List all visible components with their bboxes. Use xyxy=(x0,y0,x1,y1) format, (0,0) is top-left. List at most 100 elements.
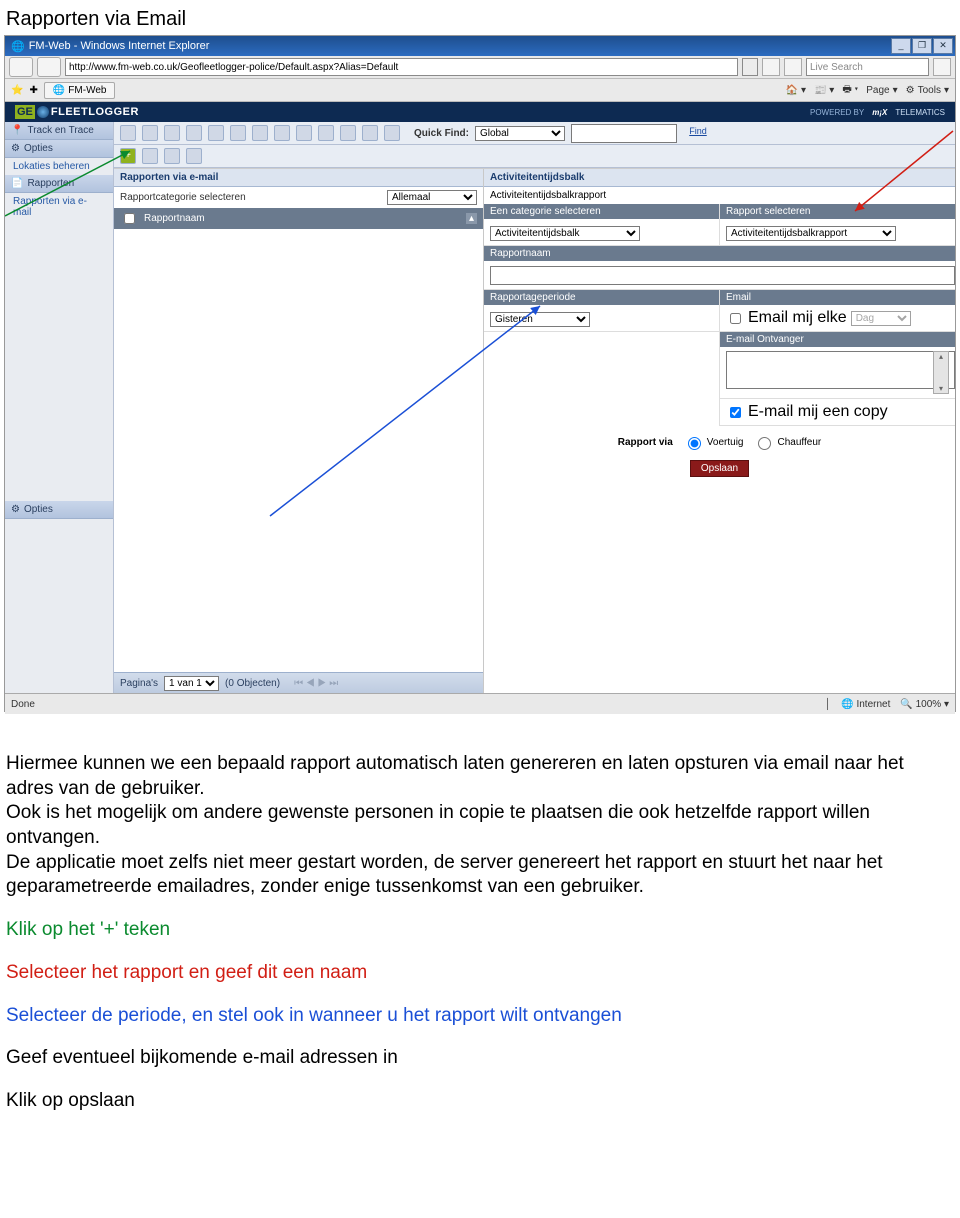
via-chauffeur-radio[interactable]: Chauffeur xyxy=(753,434,821,450)
home-button[interactable]: 🏠 ▾ xyxy=(786,85,806,96)
tool-icon[interactable] xyxy=(252,125,268,141)
category-select[interactable]: Allemaal xyxy=(387,190,477,205)
tool-icon[interactable] xyxy=(362,125,378,141)
tool-icon[interactable] xyxy=(186,125,202,141)
tool-icon[interactable] xyxy=(120,125,136,141)
save-button[interactable]: Opslaan xyxy=(690,460,749,477)
mix-logo: m¡X xyxy=(872,108,887,117)
category-select-right[interactable]: Activiteitentijdsbalk xyxy=(490,226,640,241)
quickfind-label: Quick Find: xyxy=(414,128,469,139)
right-panel: Activiteitentijdsbalk Activiteitentijdsb… xyxy=(484,169,955,693)
stop-button[interactable] xyxy=(784,58,802,76)
find-button[interactable]: Find xyxy=(683,126,713,141)
status-zoom[interactable]: 🔍 100% ▾ xyxy=(900,699,949,710)
category-label: Rapportcategorie selecteren xyxy=(120,192,383,203)
screenshot-container: 🌐 FM-Web - Windows Internet Explorer _ ❐… xyxy=(4,35,956,712)
browser-tab[interactable]: 🌐 FM-Web xyxy=(44,82,116,99)
scroll-up-icon[interactable]: ▴ xyxy=(466,213,477,224)
recipient-header: E-mail Ontvanger xyxy=(720,332,955,347)
address-bar[interactable]: http://www.fm-web.co.uk/Geofleetlogger-p… xyxy=(65,58,738,76)
sidebar-track-trace[interactable]: 📍 Track en Trace xyxy=(5,122,113,140)
favorites-bar: ⭐ ✚ 🌐 FM-Web 🏠 ▾ 📰 ▾ 🖶 ▾ Page ▾ ⚙ Tools … xyxy=(5,79,955,102)
maximize-button[interactable]: ❐ xyxy=(912,38,932,54)
quickfind-scope-select[interactable]: Global xyxy=(475,126,565,141)
tools-menu[interactable]: ⚙ Tools ▾ xyxy=(906,85,949,96)
step-red: Selecteer het rapport en geef dit een na… xyxy=(6,961,954,986)
right-panel-subtitle: Activiteitentijdsbalkrapport xyxy=(490,190,606,201)
favorites-star-icon[interactable]: ⭐ xyxy=(11,85,23,96)
tool-icon[interactable] xyxy=(296,125,312,141)
tool-icon[interactable] xyxy=(142,125,158,141)
track-icon: 📍 xyxy=(11,125,23,136)
scroll-down-icon[interactable]: ▾ xyxy=(934,384,948,393)
search-box[interactable]: Live Search xyxy=(806,58,929,76)
sidebar-opties-2[interactable]: ⚙ Opties xyxy=(5,501,113,519)
tool-icon[interactable] xyxy=(164,125,180,141)
sidebar: 📍 Track en Trace ⚙ Opties Lokaties beher… xyxy=(5,122,114,693)
reportname-input[interactable] xyxy=(490,266,955,285)
right-panel-title: Activiteitentijdsbalk xyxy=(484,169,955,187)
tool-icon[interactable] xyxy=(186,148,202,164)
window-titlebar: 🌐 FM-Web - Windows Internet Explorer _ ❐… xyxy=(5,36,955,56)
status-internet-zone: 🌐 Internet xyxy=(841,699,890,710)
forward-button[interactable] xyxy=(37,57,61,77)
tool-icon[interactable] xyxy=(230,125,246,141)
telematics-label: TELEMATICS xyxy=(895,108,945,117)
print-button[interactable]: 🖶 ▾ xyxy=(842,82,858,99)
tool-icon[interactable] xyxy=(274,125,290,141)
refresh-button[interactable] xyxy=(762,58,780,76)
tool-icon[interactable] xyxy=(340,125,356,141)
tool-icon[interactable] xyxy=(142,148,158,164)
select-all-checkbox[interactable] xyxy=(124,213,135,224)
sidebar-opties[interactable]: ⚙ Opties xyxy=(5,140,113,158)
report-select[interactable]: Activiteitentijdsbalkrapport xyxy=(726,226,896,241)
via-voertuig-radio[interactable]: Voertuig xyxy=(683,434,744,450)
tab-title: FM-Web xyxy=(68,85,106,96)
pager-objects: (0 Objecten) xyxy=(225,678,280,689)
left-panel: Rapporten via e-mail Rapportcategorie se… xyxy=(114,169,484,693)
back-button[interactable] xyxy=(9,57,33,77)
pager-select[interactable]: 1 van 1 xyxy=(164,676,219,691)
sidebar-rapporten[interactable]: 📄 Rapporten xyxy=(5,175,113,193)
period-select[interactable]: Gisteren xyxy=(490,312,590,327)
report-list-body xyxy=(114,229,483,672)
tool-icon[interactable] xyxy=(164,148,180,164)
step-4: Geef eventueel bijkomende e-mail adresse… xyxy=(6,1046,954,1071)
recipient-textarea[interactable] xyxy=(726,351,955,389)
address-dropdown[interactable] xyxy=(742,58,758,76)
browser-status-bar: Done │ 🌐 Internet 🔍 100% ▾ xyxy=(5,693,955,714)
report-icon: 📄 xyxy=(11,178,23,189)
tool-icon[interactable] xyxy=(318,125,334,141)
scroll-up-icon[interactable]: ▴ xyxy=(934,352,948,361)
quickfind-input[interactable] xyxy=(571,124,677,143)
powered-by-label: POWERED BY xyxy=(810,108,864,117)
status-done: Done xyxy=(11,699,35,710)
step-green: Klik op het '+' teken xyxy=(6,918,954,943)
add-favorite-icon[interactable]: ✚ xyxy=(29,85,37,96)
add-icon[interactable]: + xyxy=(120,148,136,164)
document-title: Rapporten via Email xyxy=(6,8,960,31)
feeds-button[interactable]: 📰 ▾ xyxy=(814,85,834,96)
tool-icon[interactable] xyxy=(208,125,224,141)
step-5: Klik op opslaan xyxy=(6,1089,954,1114)
paragraph-1: Hiermee kunnen we een bepaald rapport au… xyxy=(6,752,954,900)
app-toolbar-2: + xyxy=(114,145,955,168)
email-frequency-select[interactable]: Dag xyxy=(851,311,911,326)
search-go-button[interactable] xyxy=(933,58,951,76)
step-blue: Selecteer de periode, en stel ook in wan… xyxy=(6,1004,954,1029)
logo-geo: GE xyxy=(15,105,35,119)
sidebar-lokaties-beheren[interactable]: Lokaties beheren xyxy=(5,158,113,175)
tool-icon[interactable] xyxy=(384,125,400,141)
period-header: Rapportageperiode xyxy=(484,290,719,305)
sidebar-rapporten-via-email[interactable]: Rapporten via e-mail xyxy=(5,193,113,221)
page-menu[interactable]: Page ▾ xyxy=(866,85,897,96)
gear-icon: ⚙ xyxy=(11,143,20,154)
status-sep: │ xyxy=(825,699,831,710)
email-me-checkbox[interactable] xyxy=(730,313,741,324)
email-header: Email xyxy=(720,290,955,305)
globe-icon xyxy=(37,106,49,118)
close-button[interactable]: ✕ xyxy=(933,38,953,54)
minimize-button[interactable]: _ xyxy=(891,38,911,54)
window-title: FM-Web - Windows Internet Explorer xyxy=(29,40,210,52)
cc-me-checkbox[interactable] xyxy=(730,407,741,418)
